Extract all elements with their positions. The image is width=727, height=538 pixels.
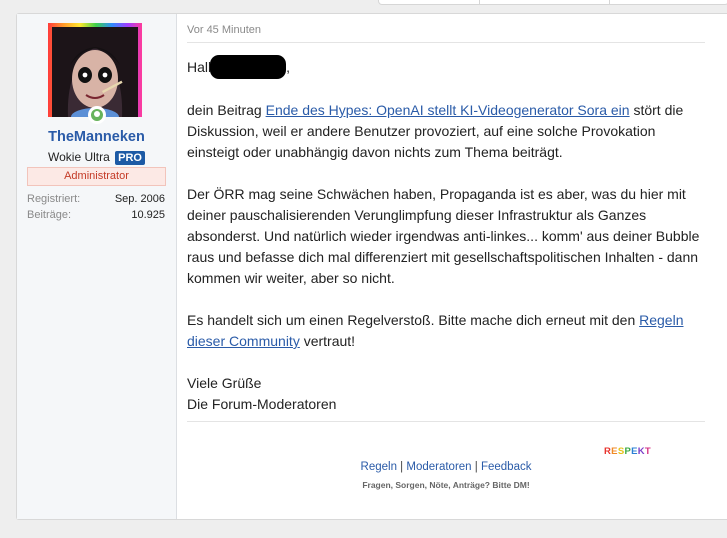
- greeting-end: ,: [286, 59, 291, 75]
- signature-links: Regeln | Moderatoren | Feedback: [187, 461, 705, 473]
- user-info-pane: TheManneken Wokie Ultra PRO Administrato…: [17, 14, 177, 519]
- sig-separator: |: [471, 461, 481, 473]
- avatar-image: [52, 27, 138, 117]
- pro-badge: PRO: [115, 150, 145, 165]
- greeting-line: Hall,: [187, 55, 705, 79]
- post-body: Hall, dein Beitrag Ende des Hypes: OpenA…: [187, 55, 705, 415]
- respekt-logo: RESPEKT: [604, 446, 651, 457]
- user-title-text: Wokie Ultra: [48, 150, 110, 164]
- sig-link-feedback[interactable]: Feedback: [481, 461, 532, 473]
- post-timestamp[interactable]: Vor 45 Minuten: [187, 24, 261, 36]
- top-tab-strip: [378, 0, 727, 5]
- stat-registered: Registriert: Sep. 2006: [27, 193, 165, 205]
- stat-value: 10.925: [131, 209, 165, 221]
- respekt-letter: T: [644, 446, 652, 457]
- p3-after: vertraut!: [299, 333, 356, 349]
- closing-signature: Die Forum-Moderatoren: [187, 396, 337, 412]
- online-status-icon: [88, 106, 106, 124]
- username[interactable]: TheManneken: [17, 129, 176, 145]
- stat-value: Sep. 2006: [114, 193, 165, 205]
- user-title: Wokie Ultra PRO: [17, 150, 176, 165]
- tab-divider: [609, 0, 610, 4]
- header-divider: [187, 42, 705, 43]
- stat-label: Beiträge:: [27, 209, 72, 221]
- sig-link-rules[interactable]: Regeln: [361, 461, 397, 473]
- tab-divider: [479, 0, 480, 4]
- signature-divider: [187, 421, 705, 422]
- p1-before: dein Beitrag: [187, 102, 266, 118]
- avatar[interactable]: [48, 23, 142, 117]
- greeting-start: Hall: [187, 59, 212, 75]
- paragraph-2: Der ÖRR mag seine Schwächen haben, Propa…: [187, 186, 700, 286]
- paragraph-1: dein Beitrag Ende des Hypes: OpenAI stel…: [187, 100, 705, 163]
- role-banner: Administrator: [27, 167, 166, 186]
- closing-greeting: Viele Grüße: [187, 375, 262, 391]
- p3-before: Es handelt sich um einen Regelverstoß. B…: [187, 312, 640, 328]
- signature-tagline: Fragen, Sorgen, Nöte, Anträge? Bitte DM!: [362, 480, 530, 490]
- stat-posts: Beiträge: 10.925: [27, 209, 165, 221]
- respekt-letter: E: [631, 446, 638, 457]
- forum-post: TheManneken Wokie Ultra PRO Administrato…: [16, 13, 727, 520]
- sig-separator: |: [396, 461, 407, 473]
- respekt-letter: K: [637, 446, 645, 457]
- respekt-letter: E: [611, 446, 618, 457]
- stat-label: Registriert:: [27, 193, 81, 205]
- thread-link[interactable]: Ende des Hypes: OpenAI stellt KI-Videoge…: [266, 102, 630, 118]
- redaction-mark: [210, 55, 287, 79]
- paragraph-3: Es handelt sich um einen Regelverstoß. B…: [187, 310, 705, 352]
- sig-link-moderators[interactable]: Moderatoren: [406, 461, 471, 473]
